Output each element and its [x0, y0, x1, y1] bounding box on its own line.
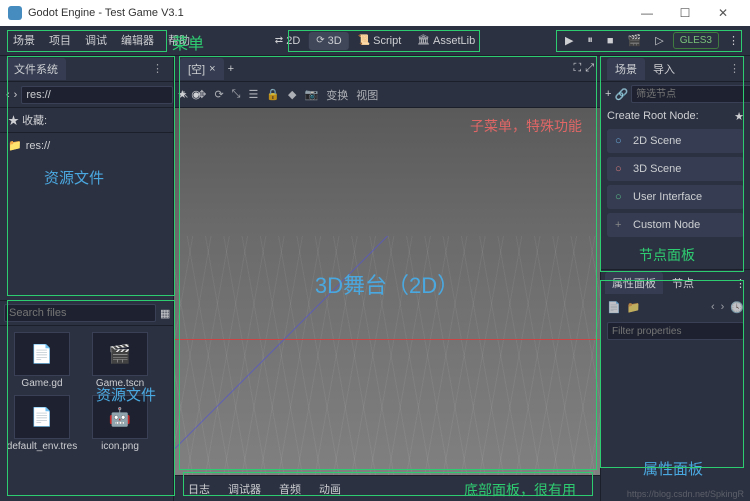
cursor-icon[interactable]: ↖ — [180, 88, 189, 101]
dock-kebab-icon[interactable]: ⋮ — [735, 277, 746, 290]
add-node-icon[interactable]: + — [605, 88, 611, 100]
watermark: https://blog.csdn.net/SpkingR — [627, 489, 744, 499]
favorites-label: ★ 收藏: — [0, 108, 173, 133]
menu-scene[interactable]: 场景 — [6, 26, 42, 56]
annotation-submenu: 子菜单，特殊功能 — [470, 116, 582, 136]
search-files-input[interactable] — [4, 304, 156, 322]
window-title: Godot Engine - Test Game V3.1 — [28, 7, 628, 19]
3d-icon: ⟳ — [316, 35, 324, 46]
scene-dock-tab[interactable]: 场景 — [607, 58, 645, 80]
script-icon: 📜 — [358, 35, 370, 46]
renderer-select[interactable]: GLES3 — [673, 32, 719, 49]
file-item[interactable]: 🤖icon.png — [84, 395, 156, 452]
history-icon[interactable]: 🕓 — [730, 301, 744, 314]
forward-icon[interactable]: › — [721, 301, 725, 313]
link-icon[interactable]: 🔗 — [614, 88, 628, 101]
workspace-assetlib[interactable]: 🏛AssetLib — [410, 32, 482, 50]
filter-nodes-input[interactable] — [631, 85, 750, 103]
menu-debug[interactable]: 调试 — [78, 26, 114, 56]
camera-icon[interactable]: 📷 — [305, 88, 319, 101]
view-menu[interactable]: 视图 — [356, 87, 378, 103]
menu-kebab-icon[interactable]: ⋮ — [723, 31, 744, 50]
bottom-panel: 日志 调试器 音频 动画 底部面板，很有用 — [174, 475, 600, 501]
list-icon[interactable]: ☰ — [248, 88, 258, 101]
workspace-3d[interactable]: ⟳3D — [309, 32, 348, 50]
forward-icon[interactable]: › — [14, 89, 18, 101]
2d-icon: ⇄ — [275, 35, 283, 46]
maximize-button[interactable]: ☐ — [666, 6, 704, 20]
back-icon[interactable]: ‹ — [711, 301, 715, 313]
transform-menu[interactable]: 变换 — [326, 87, 348, 103]
dock-kebab-icon[interactable]: ⋮ — [148, 62, 167, 75]
expand-icon[interactable]: ⤢ — [585, 62, 594, 75]
window-titlebar: Godot Engine - Test Game V3.1 — ☐ ✕ — [0, 0, 750, 26]
pause-button[interactable]: ⏸ — [582, 31, 598, 50]
import-dock-tab[interactable]: 导入 — [645, 58, 683, 80]
file-item[interactable]: 📄Game.gd — [6, 332, 78, 389]
assetlib-icon: 🏛 — [417, 35, 430, 46]
create-root-header: Create Root Node:★ — [601, 106, 750, 127]
star-icon[interactable]: ★ — [734, 110, 744, 123]
group-icon[interactable]: ◆ — [288, 88, 296, 101]
left-dock: 文件系统 ⋮ ‹ › ★ ◉ ★ 收藏: 📁 res:// 资源文件 ▦ ≡ 📄… — [0, 56, 174, 501]
node-tab[interactable]: 节点 — [665, 272, 701, 294]
menu-help[interactable]: 帮助 — [161, 26, 197, 56]
viewport-toolbar: ↖ ✥ ⟳ ⤡ ☰ 🔒 ◆ 📷 变换 视图 — [174, 82, 600, 108]
annotation-bottom: 底部面板，很有用 — [464, 480, 576, 500]
create-ui[interactable]: ○User Interface — [607, 185, 744, 209]
dock-kebab-icon[interactable]: ⋮ — [725, 62, 744, 75]
file-item[interactable]: 🎬Game.tscn — [84, 332, 156, 389]
create-2d-scene[interactable]: ○2D Scene — [607, 129, 744, 153]
bottom-tab-debugger[interactable]: 调试器 — [220, 478, 269, 500]
stop-button[interactable]: ■ — [602, 32, 619, 50]
center-dock: [空] × + ⛶ ⤢ ↖ ✥ ⟳ ⤡ ☰ 🔒 ◆ 📷 变换 视图 子菜单，特殊… — [174, 56, 600, 501]
inspector-tab[interactable]: 属性面板 — [605, 272, 663, 294]
file-icon[interactable]: 📄 — [607, 301, 621, 314]
bottom-tab-anim[interactable]: 动画 — [311, 478, 349, 500]
lock-icon[interactable]: 🔒 — [266, 88, 280, 101]
play-scene-button[interactable]: 🎬 — [623, 31, 647, 50]
annotation-inspector: 属性面板 — [643, 458, 703, 479]
close-button[interactable]: ✕ — [704, 6, 742, 20]
3d-viewport[interactable]: 子菜单，特殊功能 3D舞台（2D） — [174, 108, 600, 475]
create-custom-node[interactable]: +Custom Node — [607, 213, 744, 237]
godot-logo-icon — [8, 6, 22, 20]
filesystem-tab[interactable]: 文件系统 — [6, 58, 66, 80]
annotation-nodepanel: 节点面板 — [639, 245, 695, 265]
grid-view-icon[interactable]: ▦ — [160, 307, 170, 320]
workspace-2d[interactable]: ⇄2D — [268, 32, 307, 50]
move-icon[interactable]: ✥ — [197, 88, 206, 101]
path-input[interactable] — [21, 86, 173, 104]
bottom-tab-audio[interactable]: 音频 — [271, 478, 309, 500]
right-dock: 场景 导入 ⋮ + 🔗 🔍 Create Root Node:★ ○2D Sce… — [600, 56, 750, 501]
file-item[interactable]: 📄default_env.tres — [6, 395, 78, 452]
file-grid: 📄Game.gd 🎬Game.tscn 📄default_env.tres 🤖i… — [0, 326, 173, 501]
menubar: 场景 项目 调试 编辑器 帮助 ⇄2D ⟳3D 📜Script 🏛AssetLi… — [0, 26, 750, 56]
add-tab-icon[interactable]: + — [228, 63, 234, 75]
distraction-free-icon[interactable]: ⛶ — [573, 62, 581, 75]
create-3d-scene[interactable]: ○3D Scene — [607, 157, 744, 181]
scene-tab-empty[interactable]: [空] × — [180, 58, 224, 80]
workspace-script[interactable]: 📜Script — [351, 32, 409, 50]
scale-icon[interactable]: ⤡ — [232, 88, 241, 101]
back-icon[interactable]: ‹ — [6, 89, 10, 101]
close-tab-icon[interactable]: × — [209, 63, 215, 75]
rotate-icon[interactable]: ⟳ — [214, 88, 223, 101]
play-custom-button[interactable]: ▷ — [650, 31, 668, 50]
bottom-tab-output[interactable]: 日志 — [180, 478, 218, 500]
tree-root[interactable]: 📁 res:// — [8, 137, 165, 154]
play-button[interactable]: ▶ — [560, 31, 578, 50]
folder-icon[interactable]: 📁 — [627, 301, 641, 314]
annotation-assets1: 资源文件 — [44, 167, 104, 188]
menu-editor[interactable]: 编辑器 — [114, 26, 161, 56]
minimize-button[interactable]: — — [628, 6, 666, 20]
menu-project[interactable]: 项目 — [42, 26, 78, 56]
filter-properties-input[interactable] — [607, 322, 744, 340]
